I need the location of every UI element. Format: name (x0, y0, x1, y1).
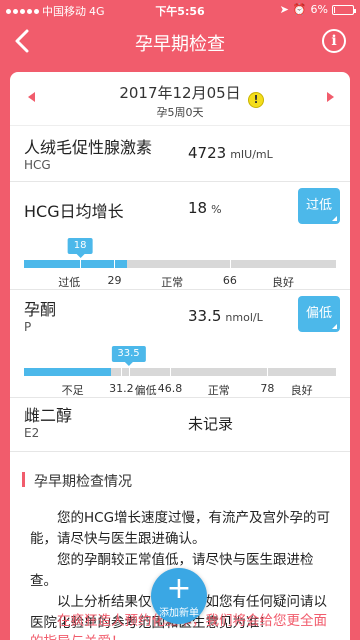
gauge-fill (24, 260, 127, 268)
gauge-threshold-tick (170, 368, 172, 376)
exam-card: 2017年12月05日 ! 孕5周0天 人绒毛促性腺激素 HCG 4723 mIU… (10, 72, 350, 640)
item-progesterone: 孕酮 P 33.5 nmol/L 偏低 33.5 不足 31.2 偏低 46.8 正常 78 良… (10, 290, 350, 398)
battery-percent: 6% (310, 3, 328, 16)
gauge-threshold-tick (121, 368, 123, 376)
gauge-value-tick (80, 260, 82, 268)
section-accent-bar (22, 472, 25, 487)
gauge-zone-label: 不足 (61, 384, 84, 397)
page-title: 孕早期检查 (135, 34, 225, 55)
navigation-bar: 孕早期检查 i (0, 20, 360, 64)
gauge-threshold-label: 46.8 (157, 382, 183, 395)
status-right: ➤ ⏰ 6% (279, 3, 356, 16)
item-value: 未记录 (188, 415, 234, 433)
next-date-arrow[interactable] (327, 92, 334, 102)
summary-paragraph: 您的HCG增长速度过慢，有流产及宫外孕的可能，请尽快与医生跟进确认。 (30, 510, 331, 547)
item-name: 雌二醇 (24, 406, 73, 425)
info-button[interactable]: i (322, 29, 346, 53)
gauge-zone-label: 偏低 (134, 384, 157, 397)
value-unit: nmol/L (225, 311, 263, 324)
gauge-zone-label: 良好 (290, 384, 313, 397)
add-new-label: 添加新单 (159, 608, 199, 619)
item-hcg: 人绒毛促性腺激素 HCG 4723 mIU/mL (10, 126, 350, 182)
item-name: HCG日均增长 (24, 202, 124, 221)
item-abbr: HCG (24, 158, 51, 172)
gauge-threshold-label: 78 (260, 382, 275, 395)
section-title: 孕早期检查情况 (34, 474, 132, 490)
item-value: 4723 mIU/mL (188, 144, 273, 162)
item-hcg-daily: HCG日均增长 18% 过低 18 过低 29 正常 66 良好 (10, 182, 350, 290)
gauge-value-bubble: 33.5 (111, 346, 146, 366)
hcg-growth-gauge: 18 过低 29 正常 66 良好 (24, 238, 336, 289)
item-abbr: P (24, 320, 32, 334)
gauge-track (24, 260, 336, 268)
status-bar: 中国移动 4G 下午5:56 ➤ ⏰ 6% (0, 0, 360, 20)
gauge-zone-label: 良好 (271, 276, 294, 289)
item-abbr: E2 (24, 426, 40, 440)
value-number: 4723 (188, 144, 227, 162)
value-unit: mIU/mL (230, 148, 273, 161)
gauge-threshold-tick (114, 260, 116, 268)
plus-icon: + (166, 571, 192, 606)
gauge-track (24, 368, 336, 376)
value-unit: % (211, 203, 222, 216)
gauge-fill (24, 368, 112, 376)
alarm-icon: ⏰ (292, 3, 307, 16)
progesterone-gauge: 33.5 不足 31.2 偏低 46.8 正常 78 良好 (24, 346, 336, 397)
date-selector: 2017年12月05日 ! 孕5周0天 (10, 72, 350, 126)
gauge-threshold-label: 31.2 (109, 382, 134, 395)
item-name: 人绒毛促性腺激素 (24, 138, 153, 157)
gauge-zone-label: 正常 (161, 276, 184, 289)
status-low-button[interactable]: 偏低 (298, 296, 340, 332)
item-value: 33.5 nmol/L (188, 307, 263, 325)
gauge-value-tick (128, 368, 130, 376)
pregnancy-week: 孕5周0天 (156, 106, 204, 119)
gauge-value-bubble: 18 (67, 238, 93, 258)
battery-icon (332, 4, 356, 15)
gauge-zone-label: 正常 (207, 384, 230, 397)
gauge-threshold-label: 66 (222, 274, 237, 287)
exam-date: 2017年12月05日 (119, 84, 241, 102)
item-name: 孕酮 (24, 300, 57, 319)
add-new-record-button[interactable]: + 添加新单 (151, 568, 207, 624)
item-estradiol: 雌二醇 E2 未记录 (10, 398, 350, 452)
gauge-threshold-tick (267, 368, 269, 376)
location-icon: ➤ (279, 3, 289, 16)
gauge-threshold-label: 29 (107, 274, 122, 287)
item-value: 18% (188, 199, 222, 217)
gauge-zone-label: 过低 (58, 276, 81, 289)
gauge-threshold-tick (229, 260, 231, 268)
section-header: 孕早期检查情况 (10, 462, 350, 498)
value-number: 33.5 (188, 307, 222, 325)
value-number: 18 (188, 199, 208, 217)
status-low-button[interactable]: 过低 (298, 188, 340, 224)
